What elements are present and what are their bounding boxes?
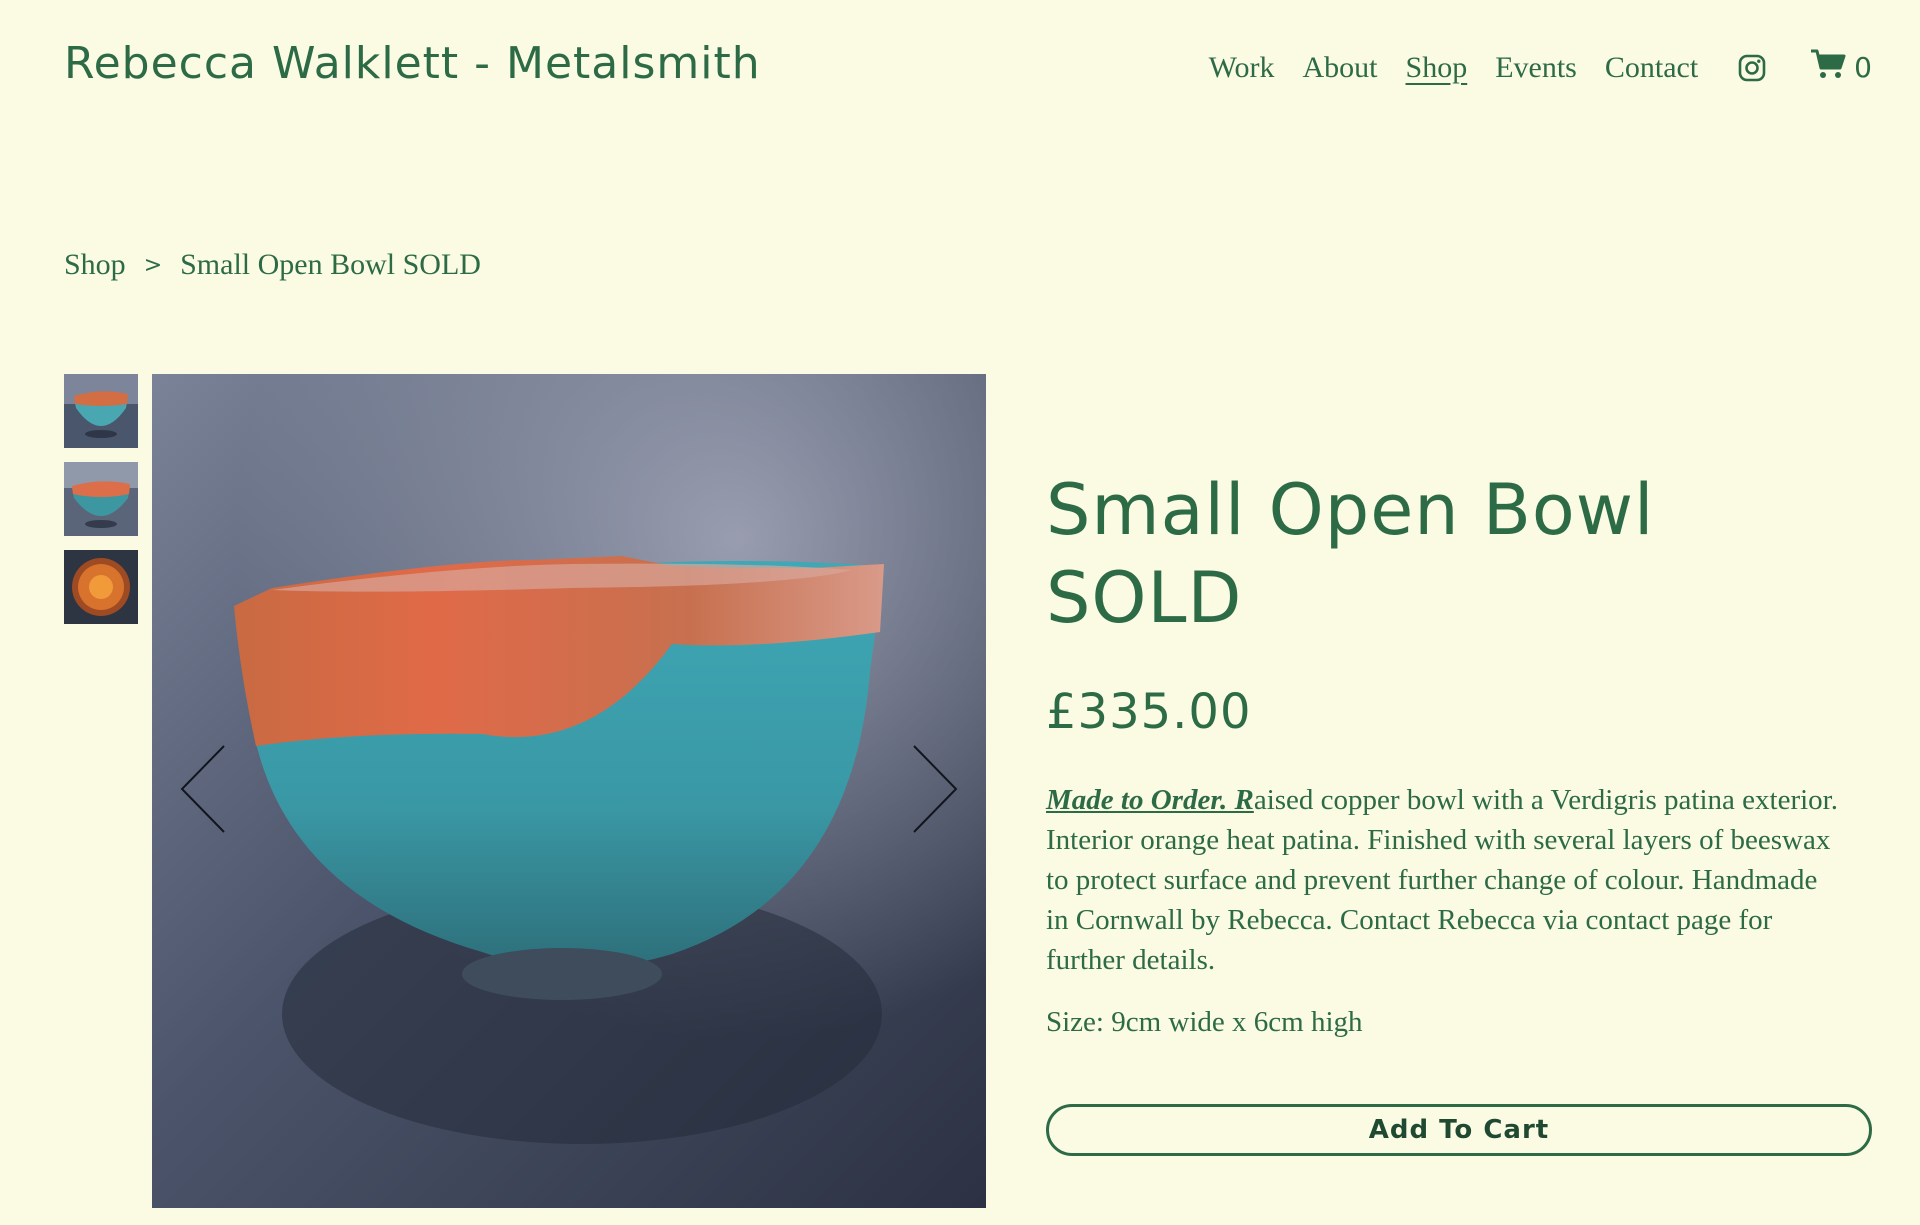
- breadcrumb: Shop > Small Open Bowl SOLD: [64, 248, 481, 282]
- product-size: Size: 9cm wide x 6cm high: [1046, 1006, 1363, 1038]
- cart-count: 0: [1854, 51, 1872, 84]
- nav-contact[interactable]: Contact: [1605, 51, 1698, 85]
- product-description: Made to Order. Raised copper bowl with a…: [1046, 780, 1846, 980]
- chevron-right-icon[interactable]: [912, 744, 958, 838]
- cart-icon: [1810, 48, 1854, 87]
- breadcrumb-current: Small Open Bowl SOLD: [180, 248, 481, 281]
- breadcrumb-separator: >: [143, 252, 163, 278]
- breadcrumb-shop[interactable]: Shop: [64, 248, 126, 282]
- product-price: £335.00: [1046, 684, 1252, 740]
- nav-work[interactable]: Work: [1209, 51, 1275, 85]
- thumbnail-list: [64, 374, 138, 638]
- product-image: [152, 374, 986, 1208]
- instagram-icon[interactable]: [1738, 54, 1766, 82]
- nav-about[interactable]: About: [1303, 51, 1378, 85]
- site-title[interactable]: Rebecca Walklett - Metalsmith: [64, 38, 761, 89]
- main-nav: Work About Shop Events Contact 0: [1181, 48, 1872, 87]
- thumbnail-3[interactable]: [64, 550, 138, 624]
- add-to-cart-button[interactable]: Add To Cart: [1046, 1104, 1872, 1156]
- chevron-left-icon[interactable]: [180, 744, 226, 838]
- cart-button[interactable]: 0: [1810, 48, 1872, 87]
- product-title: Small Open Bowl SOLD: [1046, 469, 1655, 639]
- nav-shop[interactable]: Shop: [1406, 51, 1468, 85]
- thumbnail-1[interactable]: [64, 374, 138, 448]
- thumbnail-2[interactable]: [64, 462, 138, 536]
- nav-events[interactable]: Events: [1495, 51, 1577, 85]
- description-lead[interactable]: Made to Order. R: [1046, 784, 1254, 816]
